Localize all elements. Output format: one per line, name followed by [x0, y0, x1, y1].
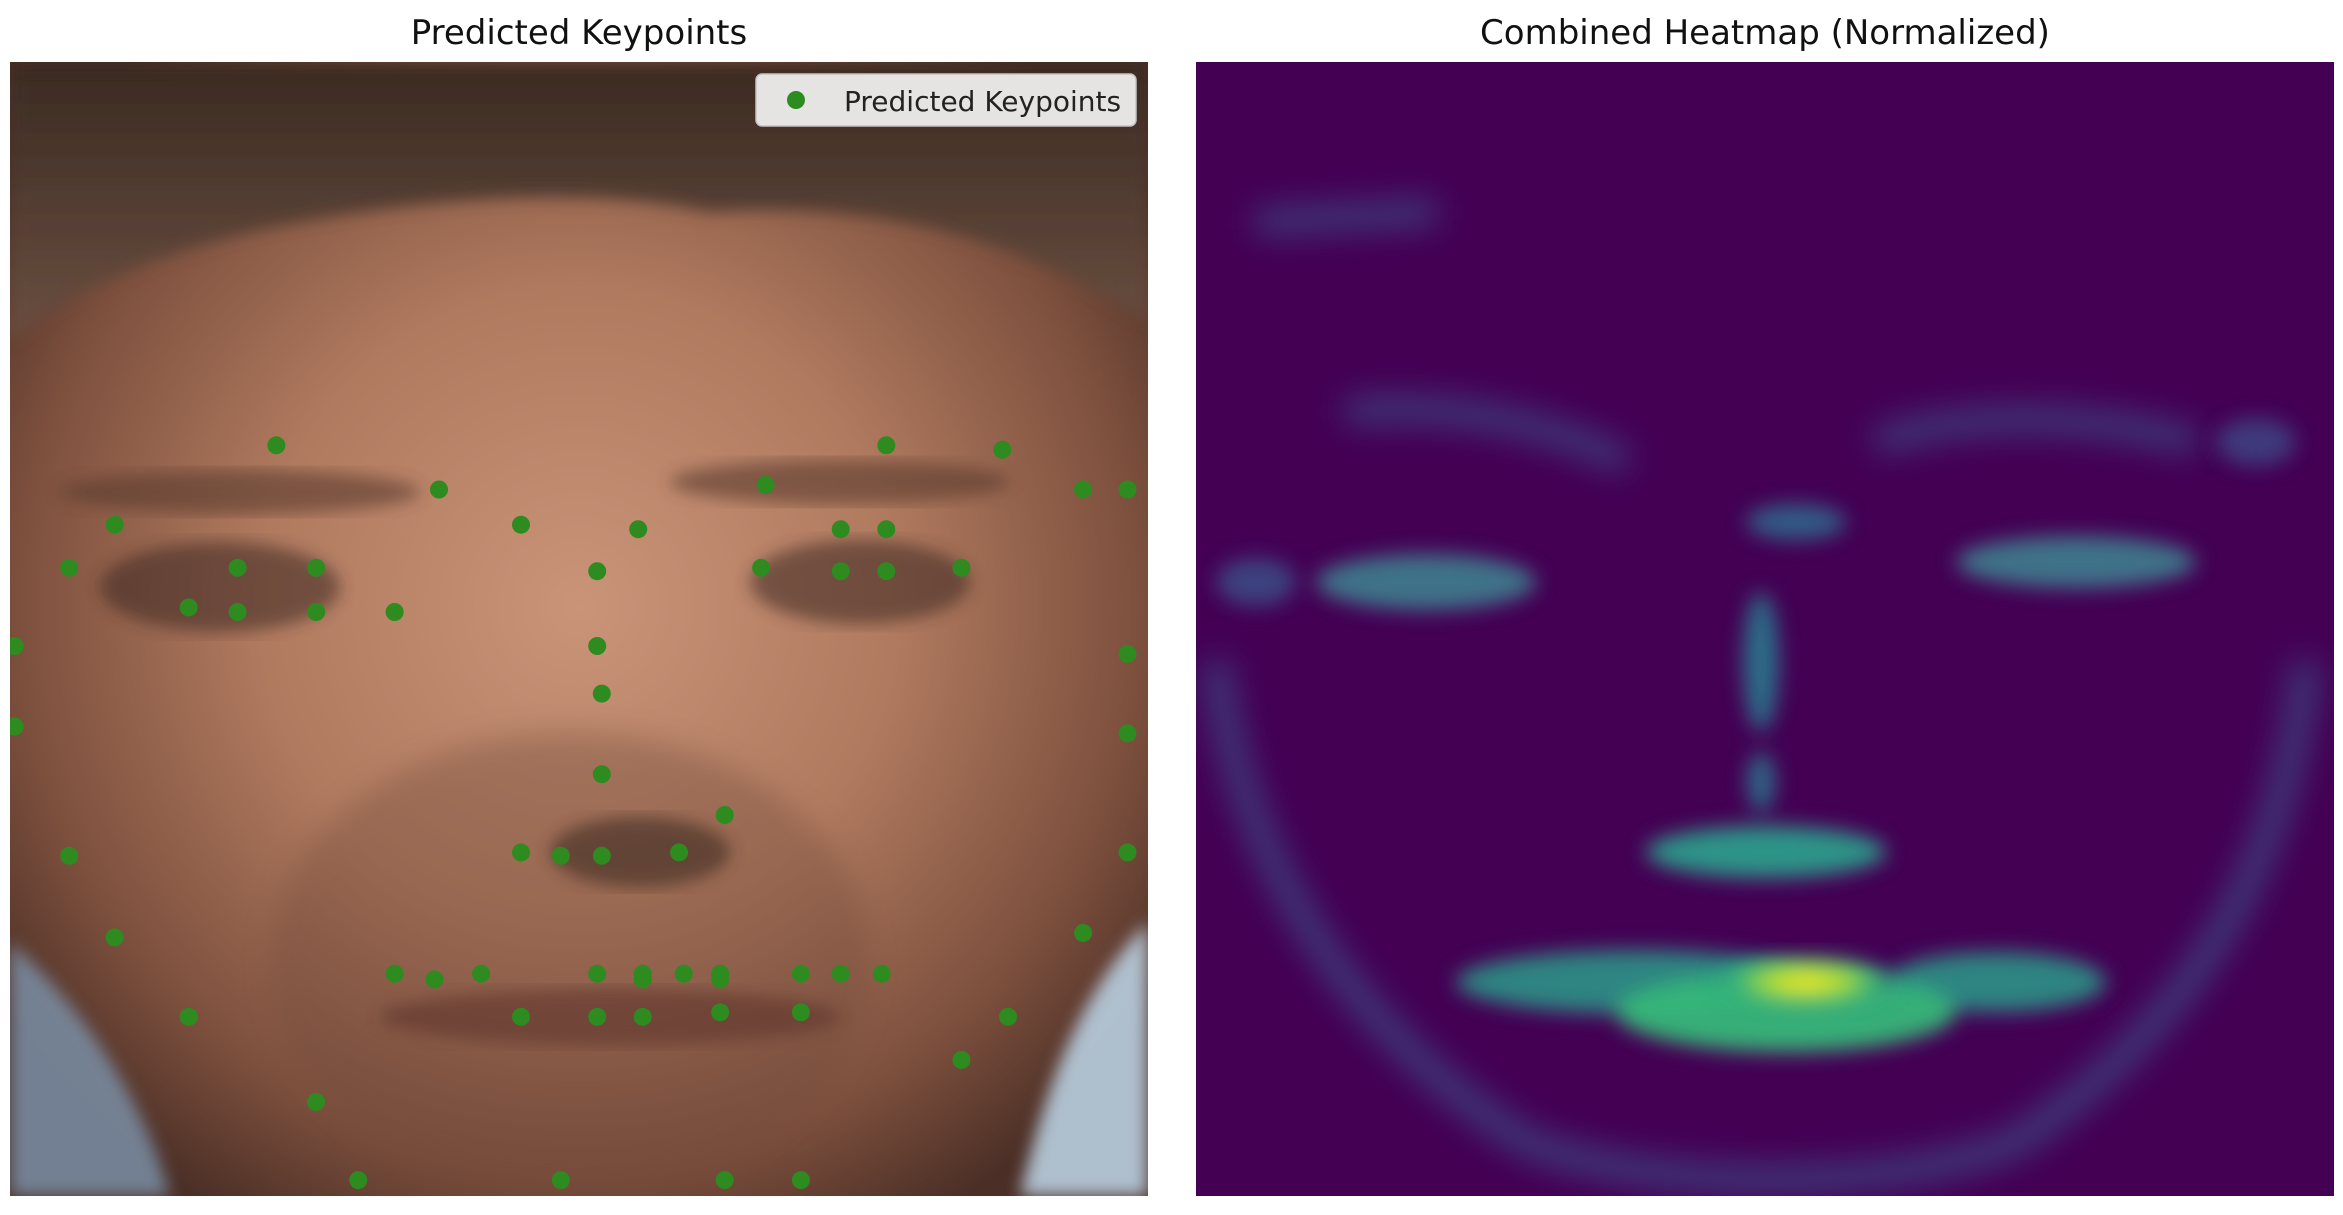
legend-label: Predicted Keypoints: [844, 85, 1121, 118]
keypoint-marker: [877, 436, 896, 455]
keypoint-marker: [711, 970, 730, 989]
keypoint-marker: [307, 1092, 326, 1111]
keypoint-marker: [999, 1007, 1017, 1026]
keypoint-marker: [592, 765, 611, 784]
keypoint-marker: [512, 1007, 530, 1026]
keypoint-marker: [1074, 923, 1093, 942]
heatmap-svg: [1196, 62, 2334, 1196]
keypoint-marker: [877, 520, 896, 539]
keypoint-marker: [831, 964, 850, 983]
keypoint-marker: [179, 598, 198, 617]
keypoint-marker: [1118, 724, 1137, 743]
keypoint-marker: [385, 603, 404, 621]
keypoint-marker: [551, 846, 570, 865]
keypoint-marker: [674, 964, 693, 983]
keypoint-marker: [592, 684, 611, 703]
keypoint-marker: [105, 928, 124, 947]
keypoint-marker: [512, 515, 530, 534]
legend: Predicted Keypoints: [755, 73, 1137, 127]
heatmap-plot: [1196, 62, 2334, 1196]
keypoint-marker: [629, 520, 648, 539]
keypoint-marker: [791, 964, 810, 983]
keypoint-marker: [60, 558, 79, 577]
keypoint-marker: [791, 1171, 810, 1190]
left-panel-title: Predicted Keypoints: [410, 13, 748, 53]
keypoint-marker: [307, 603, 326, 621]
keypoint-marker: [385, 964, 404, 983]
keypoint-marker: [228, 558, 247, 577]
keypoint-marker: [633, 1007, 652, 1026]
keypoint-marker: [179, 1007, 198, 1026]
keypoint-marker: [588, 1007, 607, 1026]
keypoint-marker: [551, 1171, 570, 1190]
keypoint-marker: [1118, 480, 1137, 499]
keypoint-marker: [588, 637, 607, 655]
keypoint-marker: [592, 846, 611, 865]
keypoint-marker: [711, 1003, 730, 1022]
keypoint-marker: [588, 562, 607, 581]
keypoint-marker: [633, 970, 652, 989]
keypoint-marker: [715, 1171, 734, 1190]
keypoints-svg: Predicted Keypoints: [10, 62, 1148, 1196]
keypoints-plot: Predicted Keypoints: [10, 62, 1148, 1196]
keypoint-marker: [715, 806, 734, 824]
keypoint-marker: [952, 558, 971, 577]
heatmap-peak: [1711, 954, 1901, 1010]
keypoint-marker: [425, 970, 444, 989]
keypoint-marker: [1118, 843, 1137, 862]
keypoint-marker: [877, 562, 896, 581]
keypoint-marker: [1118, 644, 1137, 663]
keypoint-marker: [472, 964, 491, 983]
keypoint-marker: [752, 558, 771, 577]
keypoint-marker: [430, 480, 448, 499]
keypoint-marker: [1074, 480, 1093, 499]
keypoint-marker: [831, 520, 850, 539]
keypoint-marker: [349, 1171, 368, 1190]
keypoint-marker: [993, 440, 1012, 459]
keypoint-marker: [670, 843, 689, 862]
keypoint-marker: [228, 603, 247, 621]
face-photo: [10, 62, 1148, 1196]
keypoint-marker: [588, 964, 607, 983]
keypoint-marker: [791, 1003, 810, 1022]
keypoint-marker: [307, 558, 326, 577]
legend-marker: [787, 91, 805, 109]
keypoint-marker: [512, 843, 530, 862]
keypoint-marker: [831, 562, 850, 581]
keypoint-marker: [105, 515, 124, 534]
right-panel-title: Combined Heatmap (Normalized): [1480, 13, 2050, 53]
keypoint-marker: [756, 476, 775, 494]
keypoint-marker: [872, 964, 891, 983]
keypoint-marker: [60, 846, 79, 865]
keypoint-marker: [267, 436, 286, 455]
keypoint-marker: [952, 1050, 971, 1069]
